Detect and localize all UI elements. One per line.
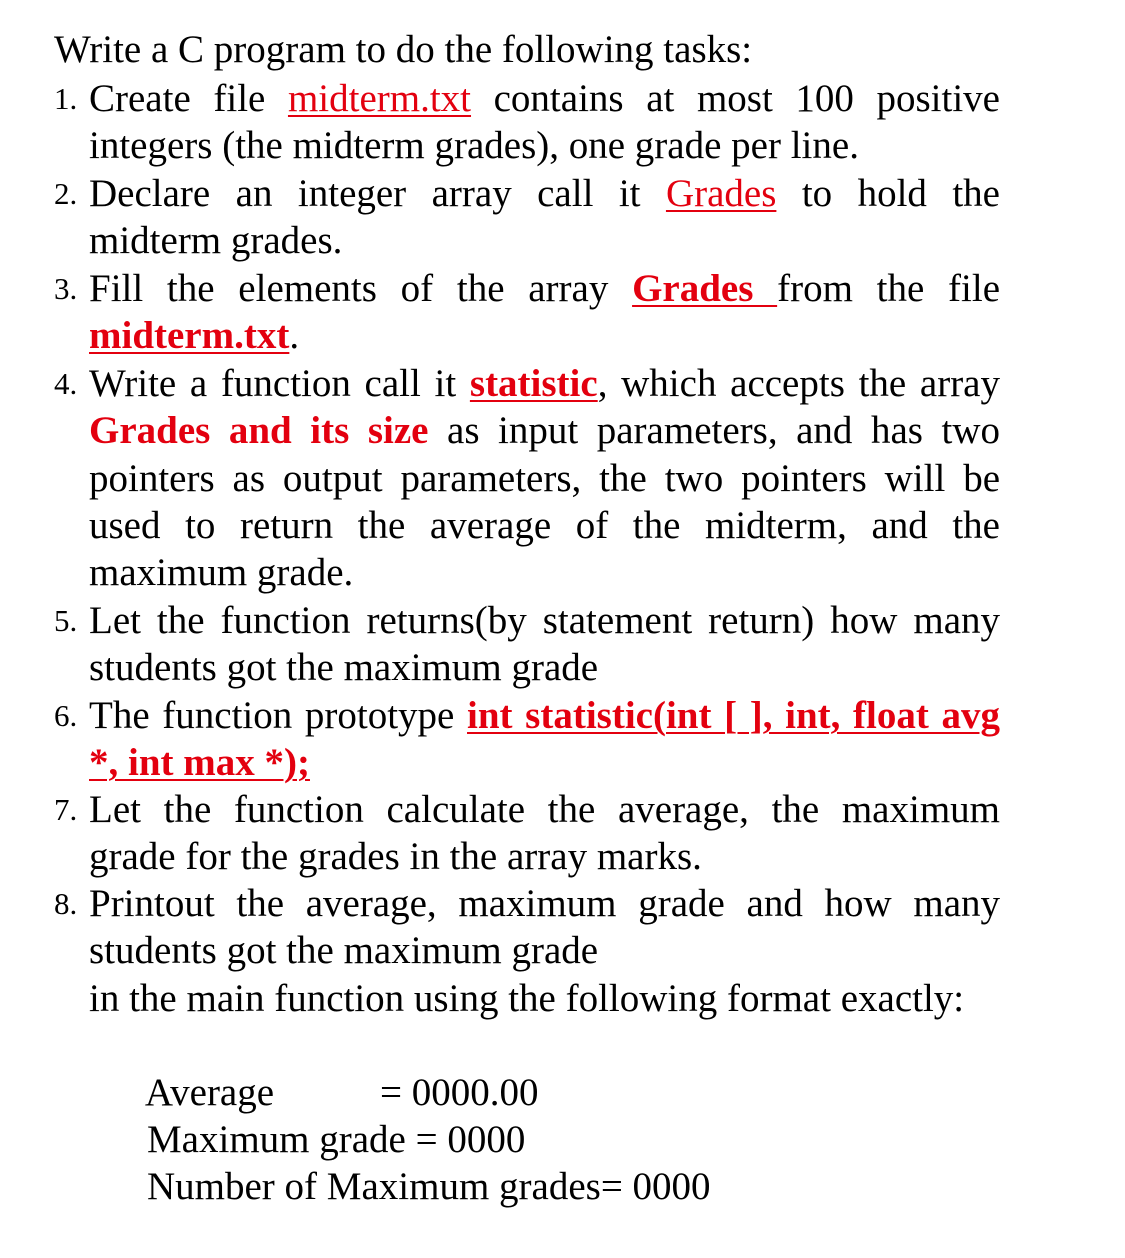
task-7: 7. Let the function calculate the averag…: [54, 788, 1000, 879]
task-6: 6. The function prototype int statistic(…: [54, 694, 1000, 785]
array-name-link: Grades: [632, 267, 778, 310]
task-number: 8.: [54, 886, 78, 921]
array-name-link: Grades: [665, 172, 777, 215]
filename-link: midterm.txt: [287, 77, 472, 120]
task-number: 5.: [54, 603, 78, 638]
function-name-link: statistic: [469, 362, 598, 405]
document-page: Write a C program to do the following ta…: [0, 0, 1125, 1208]
task-number: 7.: [54, 792, 78, 827]
function-prototype-cont: *, int max *);: [89, 741, 310, 785]
task-number: 3.: [54, 271, 78, 306]
task-number: 6.: [54, 698, 78, 733]
filename-link: midterm.txt: [89, 314, 290, 358]
task-1: 1. Create file midterm.txt contains at m…: [54, 77, 1000, 168]
format-count: Number of Maximum grades= 0000: [147, 1165, 711, 1209]
highlight-text: Grades and its size: [89, 409, 429, 453]
page-title: Write a C program to do the following ta…: [54, 28, 753, 71]
task-8: 8. Printout the average, maximum grade a…: [54, 882, 1000, 1020]
task-number: 2.: [54, 176, 78, 211]
task-3: 3. Fill the elements of the array Grades…: [54, 267, 1001, 358]
task-number: 1.: [54, 81, 78, 116]
task-4: 4. Write a function call it statistic, w…: [54, 362, 1000, 595]
task-5: 5. Let the function returns(by statement…: [54, 599, 1000, 690]
task-2: 2. Declare an integer array call it Grad…: [54, 172, 1000, 263]
task-number: 4.: [54, 366, 78, 401]
function-prototype: int statistic(int [ ], int, float avg: [467, 694, 1000, 737]
